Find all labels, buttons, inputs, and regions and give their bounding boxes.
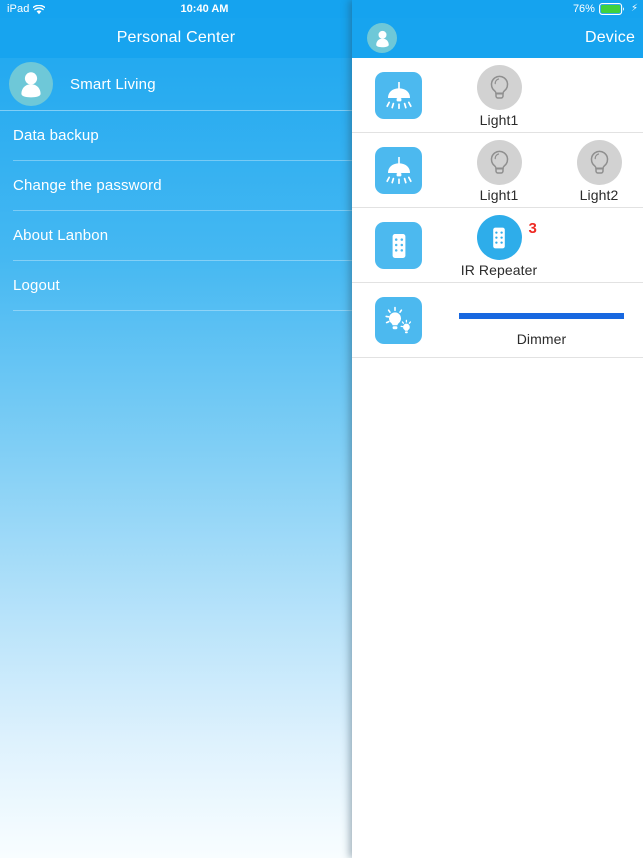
bulb-icon[interactable] [576, 140, 622, 185]
dimmer-slider-fill [459, 312, 624, 319]
pendant-lamp-icon [375, 147, 422, 194]
dimmer-bulbs-icon [375, 297, 422, 344]
dimmer-control: Dimmer [422, 295, 643, 347]
device-item-label: Light1 [479, 187, 519, 203]
device-row[interactable]: 3 IR Repeater [352, 208, 643, 283]
device-toggle-wrap [476, 65, 522, 110]
device-item-label: IR Repeater [460, 262, 538, 278]
device-item-label: Light1 [479, 112, 519, 128]
status-badge: 3 [528, 220, 537, 237]
device-items: Light1 Light2 [422, 133, 643, 208]
device-panel: 76% ⚡ Device Light1 Light1 Light2 3 IR R… [352, 0, 643, 858]
device-item-label: Light2 [579, 187, 619, 203]
pendant-lamp-icon [375, 72, 422, 119]
menu-item-label: Change the password [13, 176, 162, 194]
device-item[interactable]: Light1 [449, 58, 549, 128]
dimmer-slider[interactable] [459, 312, 624, 319]
menu-item-about-lanbon[interactable]: About Lanbon [0, 210, 352, 260]
device-items: Light1 [422, 58, 643, 133]
remote-control-icon[interactable] [476, 215, 522, 260]
divider [352, 357, 643, 358]
page-title: Personal Center [116, 29, 236, 46]
device-items: 3 IR Repeater [422, 208, 643, 283]
lightning-bolt-icon: ⚡ [630, 3, 638, 14]
profile-name-label: Smart Living [70, 75, 156, 93]
divider [13, 210, 352, 211]
status-bar-right-group: 76% ⚡ [573, 3, 638, 15]
device-item[interactable]: 3 IR Repeater [449, 208, 549, 278]
left-panel-header: Personal Center [0, 18, 352, 58]
divider [0, 110, 352, 111]
bulb-icon[interactable] [476, 65, 522, 110]
person-avatar-icon [9, 62, 53, 106]
battery-icon [599, 3, 626, 15]
divider [13, 260, 352, 261]
device-row[interactable]: Light1 [352, 58, 643, 133]
device-toggle-wrap: 3 [476, 215, 537, 260]
remote-control-icon [375, 222, 422, 269]
bulb-icon[interactable] [476, 140, 522, 185]
menu-item-change-password[interactable]: Change the password [0, 160, 352, 210]
device-row[interactable]: Dimmer [352, 283, 643, 358]
menu-item-label: About Lanbon [13, 226, 109, 244]
left-status-bar: iPad 10:40 AM [0, 0, 352, 18]
divider [13, 310, 352, 311]
app-screen: iPad 10:40 AM Personal Center Smart Livi… [0, 0, 643, 858]
device-list: Light1 Light1 Light2 3 IR Repeater Dimme… [352, 58, 643, 358]
clock-label: 10:40 AM [180, 3, 229, 15]
device-item[interactable]: Light2 [549, 133, 643, 203]
divider [13, 160, 352, 161]
personal-center-panel: iPad 10:40 AM Personal Center Smart Livi… [0, 0, 352, 858]
menu-item-label: Logout [13, 276, 60, 294]
settings-menu-list: Data backup Change the password About La… [0, 110, 352, 311]
battery-percent-label: 76% [572, 3, 595, 15]
right-status-bar: 76% ⚡ [352, 0, 643, 18]
menu-item-data-backup[interactable]: Data backup [0, 110, 352, 160]
dimmer-label: Dimmer [516, 330, 567, 347]
menu-item-logout[interactable]: Logout [0, 260, 352, 310]
device-row[interactable]: Light1 Light2 [352, 133, 643, 208]
device-page-title: Device [584, 29, 636, 46]
menu-item-label: Data backup [13, 126, 99, 144]
profile-row[interactable]: Smart Living [0, 58, 352, 110]
device-item[interactable]: Light1 [449, 133, 549, 203]
device-panel-header: Device [352, 18, 643, 58]
